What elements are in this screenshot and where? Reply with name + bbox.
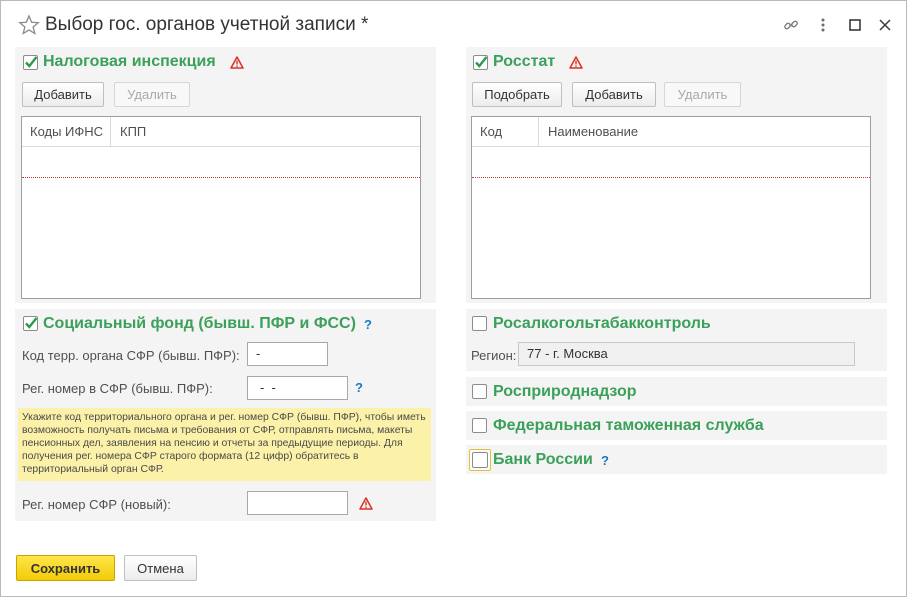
link-icon[interactable]	[781, 15, 801, 35]
tax-table[interactable]: Коды ИФНС КПП	[21, 116, 421, 299]
sfr-info-note: Укажите код территориального органа и ре…	[18, 408, 431, 481]
tax-title: Налоговая инспекция	[43, 53, 216, 70]
sfr-terr-code-label: Код терр. органа СФР (бывш. ПФР):	[22, 348, 240, 363]
tax-checkbox-checkmark-icon[interactable]	[22, 54, 39, 71]
warning-icon	[230, 56, 244, 69]
rosstat-table[interactable]: Код Наименование	[471, 116, 871, 299]
warning-icon	[569, 56, 583, 69]
cbr-title: Банк России	[493, 451, 593, 468]
rosstat-col-name[interactable]: Наименование	[540, 117, 638, 147]
maximize-icon[interactable]	[845, 15, 865, 35]
sfr-new-reg-field[interactable]	[247, 491, 348, 515]
sfr-title: Социальный фонд (бывш. ПФР и ФСС)	[43, 315, 356, 332]
customs-title: Федеральная таможенная служба	[493, 417, 764, 434]
customs-checkbox[interactable]	[472, 418, 487, 433]
tax-add-button[interactable]: Добавить	[22, 82, 104, 107]
rosprirod-title: Росприроднадзор	[493, 383, 637, 400]
save-button[interactable]: Сохранить	[16, 555, 115, 581]
window-title: Выбор гос. органов учетной записи *	[45, 14, 369, 35]
rosstat-title: Росстат	[493, 53, 556, 70]
warning-icon	[359, 497, 373, 510]
sfr-checkbox-checkmark-icon[interactable]	[22, 315, 39, 332]
sfr-terr-code-field[interactable]: -	[247, 342, 328, 366]
rosstat-table-header: Код Наименование	[472, 117, 870, 147]
rosprirod-checkbox[interactable]	[472, 384, 487, 399]
sfr-reg-num-field[interactable]: - -	[247, 376, 348, 400]
rosstat-col-divider	[538, 117, 539, 147]
tax-col-ifns[interactable]: Коды ИФНС	[22, 117, 103, 147]
rosalko-title: Росалкогольтабакконтроль	[493, 315, 711, 332]
cancel-button[interactable]: Отмена	[124, 555, 197, 581]
dialog-window: Выбор гос. органов учетной записи * Нало…	[0, 0, 907, 597]
sfr-help-link[interactable]: ?	[364, 317, 372, 332]
close-icon[interactable]	[875, 15, 895, 35]
tax-table-header: Коды ИФНС КПП	[22, 117, 420, 147]
rosalko-region-label: Регион:	[471, 348, 517, 363]
more-vertical-icon[interactable]	[813, 15, 833, 35]
rosalko-checkbox[interactable]	[472, 316, 487, 331]
rosstat-checkbox-checkmark-icon[interactable]	[472, 54, 489, 71]
favorite-star-icon[interactable]	[18, 14, 40, 36]
tax-table-empty-row	[22, 177, 420, 178]
tax-delete-button[interactable]: Удалить	[114, 82, 190, 107]
sfr-new-reg-label: Рег. номер СФР (новый):	[22, 497, 171, 512]
tax-col-kpp[interactable]: КПП	[112, 117, 146, 147]
rosstat-table-empty-row	[472, 177, 870, 178]
sfr-reg-help-link[interactable]: ?	[355, 380, 363, 395]
sfr-reg-num-label: Рег. номер в СФР (бывш. ПФР):	[22, 381, 213, 396]
tax-col-divider	[110, 117, 111, 147]
rosstat-pick-button[interactable]: Подобрать	[472, 82, 562, 107]
rosstat-col-code[interactable]: Код	[472, 117, 502, 147]
cbr-checkbox-focus[interactable]	[469, 449, 491, 471]
rosstat-delete-button[interactable]: Удалить	[664, 82, 741, 107]
rosalko-region-field[interactable]: 77 - г. Москва	[518, 342, 855, 366]
cbr-help-link[interactable]: ?	[601, 453, 609, 468]
rosstat-add-button[interactable]: Добавить	[572, 82, 656, 107]
